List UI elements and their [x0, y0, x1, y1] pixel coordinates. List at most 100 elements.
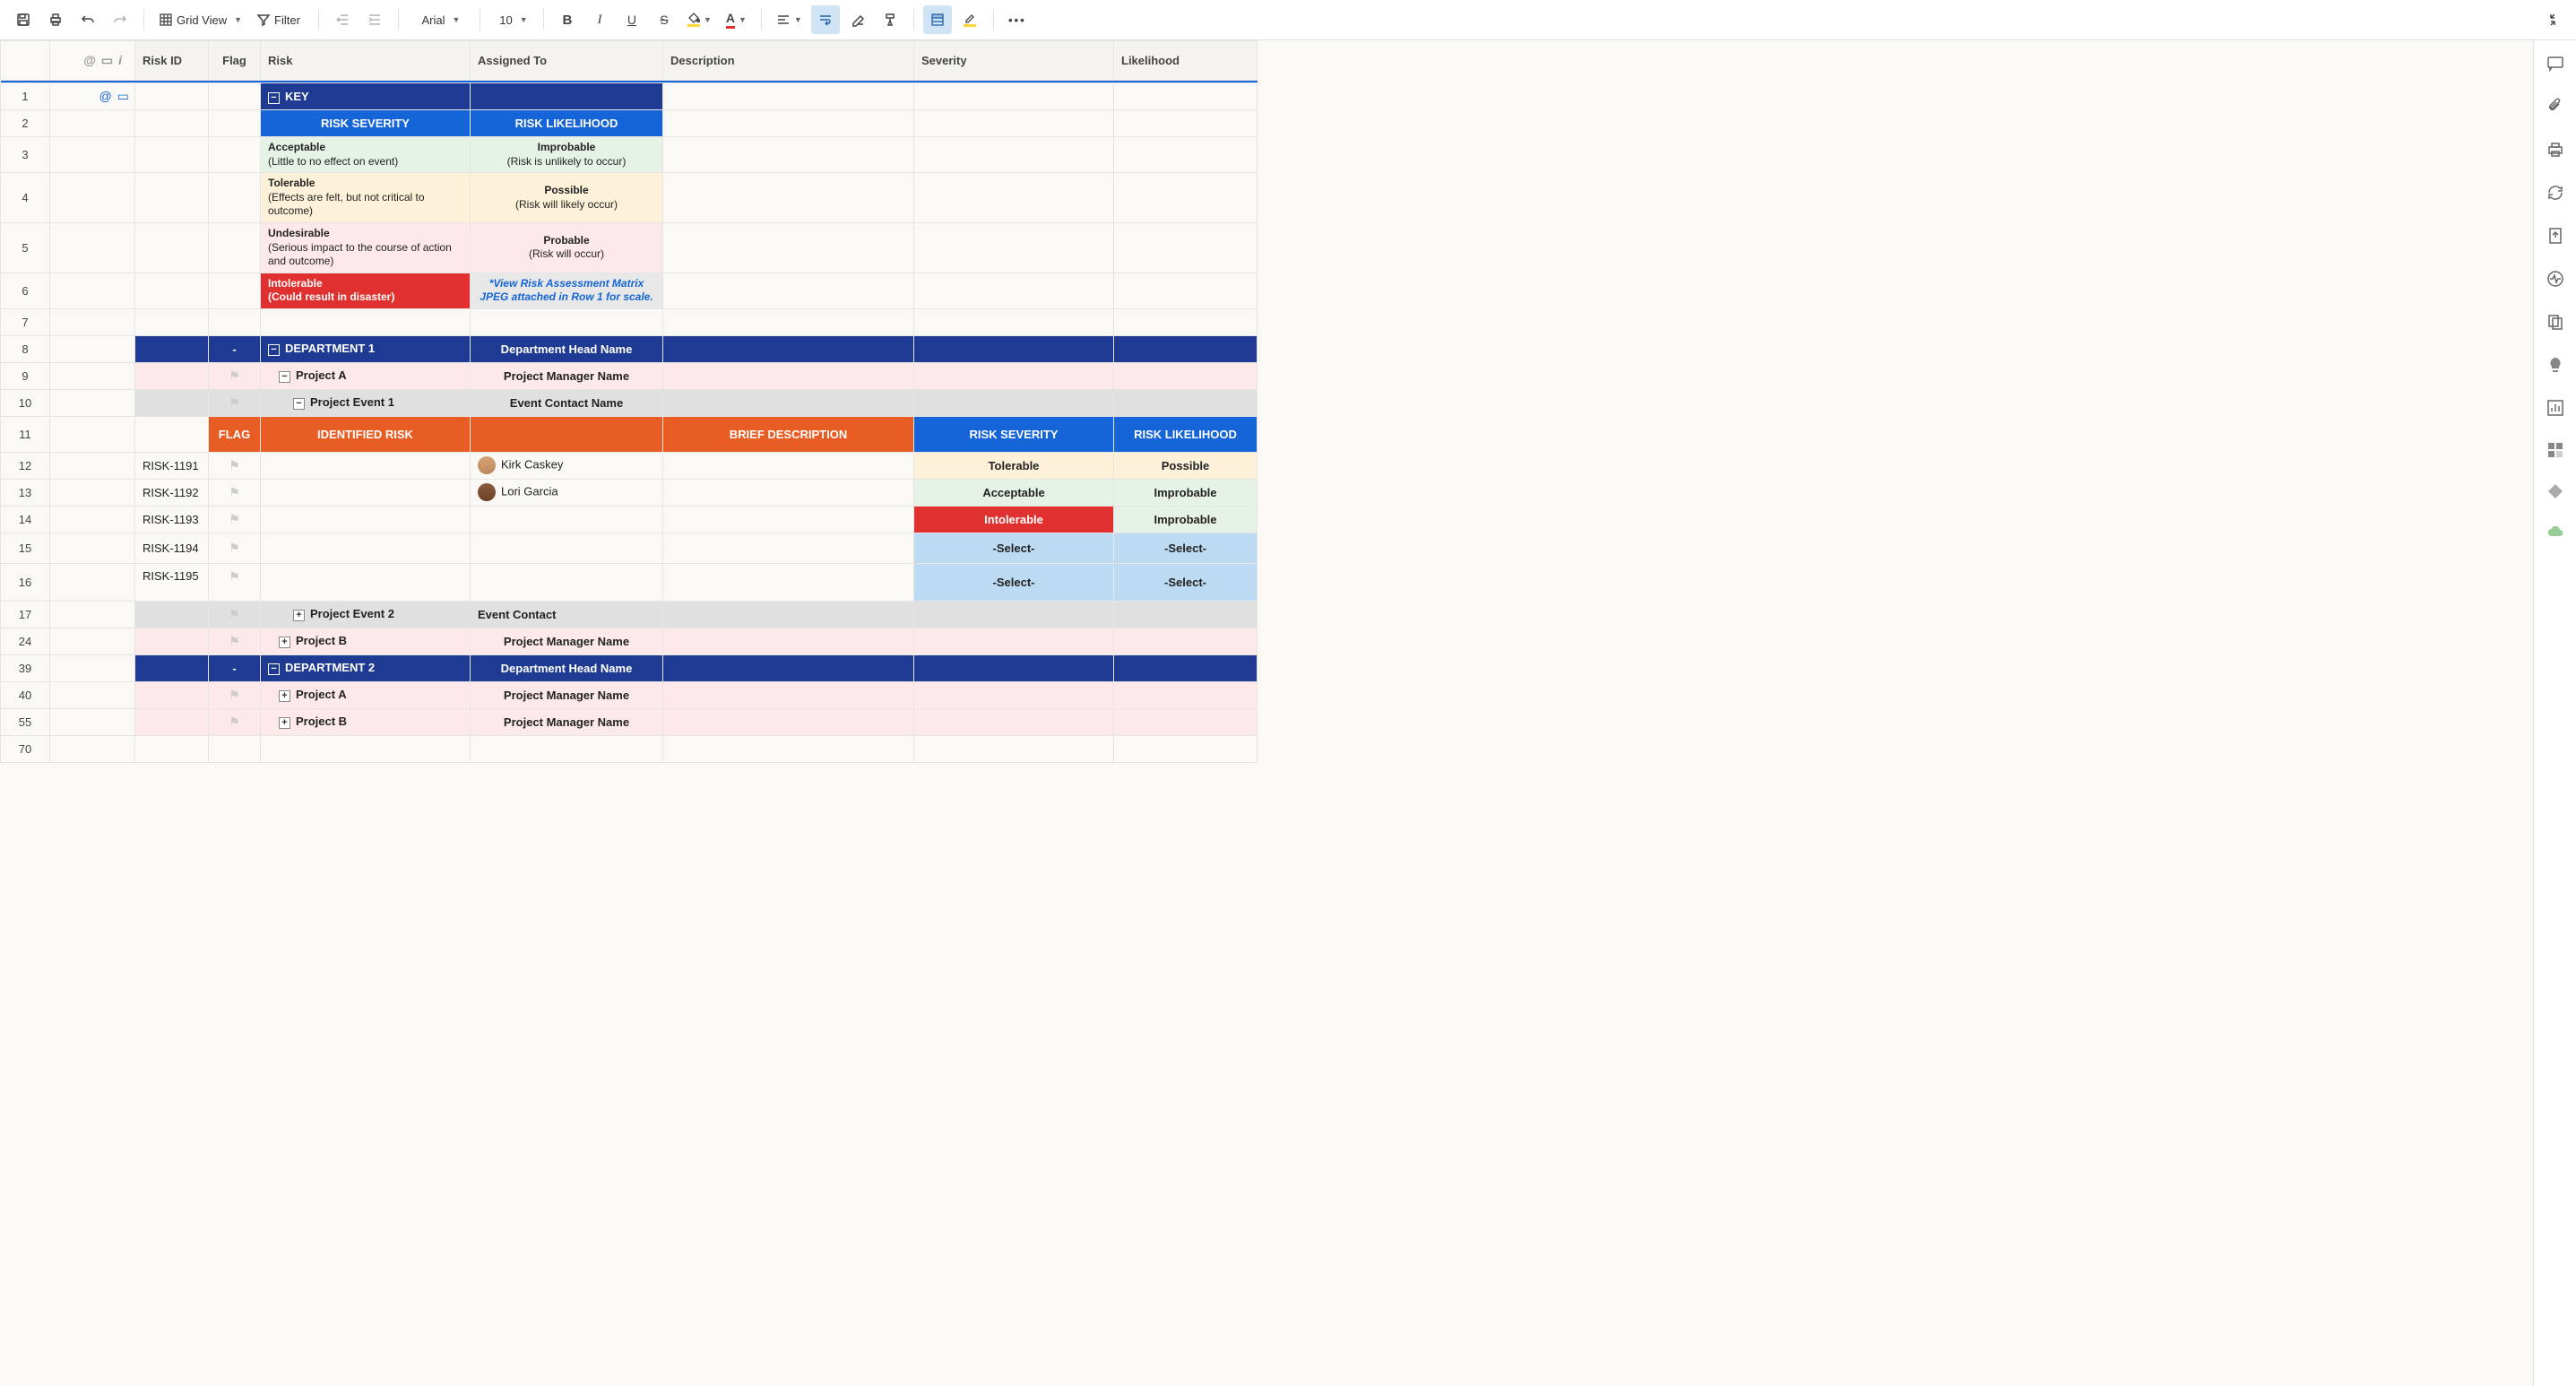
likelihood-cell[interactable]: Improbable [1114, 506, 1258, 533]
assignee[interactable]: Lori Garcia [501, 485, 558, 498]
print-button[interactable] [41, 5, 70, 34]
collapse-icon[interactable]: − [293, 398, 305, 410]
flag-icon[interactable]: ⚑ [229, 395, 240, 410]
collapse-icon[interactable] [2538, 5, 2567, 34]
risk-id[interactable]: RISK-1193 [135, 506, 209, 533]
flag-icon[interactable]: ⚑ [229, 368, 240, 383]
severity-cell[interactable]: Acceptable [914, 479, 1114, 506]
likelihood-cell[interactable]: Improbable [1114, 479, 1258, 506]
idea-icon[interactable] [2546, 356, 2564, 374]
diamond-icon[interactable] [2547, 483, 2563, 499]
flag-icon[interactable]: ⚑ [229, 569, 240, 584]
comment-icon[interactable]: ▭ [117, 89, 129, 104]
font-family-dropdown[interactable]: Arial▼ [408, 5, 471, 34]
col-severity[interactable]: Severity [914, 41, 1114, 81]
col-likelihood[interactable]: Likelihood [1114, 41, 1258, 81]
col-flag[interactable]: Flag [209, 41, 261, 81]
rownum[interactable]: 4 [1, 173, 50, 223]
row-39-dept2[interactable]: 39 - −DEPARTMENT 2 Department Head Name [1, 654, 1258, 681]
row-8-dept1[interactable]: 8 - −DEPARTMENT 1 Department Head Name [1, 335, 1258, 362]
rownum[interactable]: 9 [1, 362, 50, 389]
fill-color-dropdown[interactable]: ▼ [682, 5, 717, 34]
activity-icon[interactable] [2546, 270, 2564, 288]
row-24-projB[interactable]: 24 ⚑ +Project B Project Manager Name [1, 628, 1258, 654]
refresh-icon[interactable] [2546, 184, 2564, 202]
likelihood-cell[interactable]: Possible [1114, 452, 1258, 479]
rownum[interactable]: 8 [1, 335, 50, 362]
row-17-event2[interactable]: 17 ⚑ +Project Event 2 Event Contact [1, 601, 1258, 628]
flag-icon[interactable]: ⚑ [229, 512, 240, 526]
row-5[interactable]: 5 Undesirable(Serious impact to the cour… [1, 222, 1258, 273]
risk-id[interactable]: RISK-1195 [135, 563, 209, 601]
risk-id[interactable]: RISK-1194 [135, 533, 209, 563]
conditional-format-button[interactable] [923, 5, 952, 34]
redo-button[interactable] [106, 5, 134, 34]
row-11-headers[interactable]: 11 FLAG IDENTIFIED RISK BRIEF DESCRIPTIO… [1, 416, 1258, 452]
more-button[interactable]: ••• [1003, 5, 1032, 34]
flag-icon[interactable]: ⚑ [229, 458, 240, 472]
chart-icon[interactable] [2546, 399, 2564, 417]
collapse-icon[interactable]: − [279, 371, 290, 383]
row-9-projA[interactable]: 9 ⚑ −Project A Project Manager Name [1, 362, 1258, 389]
collapse-icon[interactable]: − [268, 663, 280, 675]
strikethrough-button[interactable]: S [650, 5, 679, 34]
comments-panel-icon[interactable] [2546, 55, 2564, 73]
col-description[interactable]: Description [663, 41, 914, 81]
rownum[interactable]: 15 [1, 533, 50, 563]
filter-button[interactable]: Filter [251, 5, 309, 34]
severity-cell[interactable]: Intolerable [914, 506, 1114, 533]
align-dropdown[interactable]: ▼ [771, 5, 808, 34]
row-4[interactable]: 4 Tolerable(Effects are felt, but not cr… [1, 173, 1258, 223]
grid-view-dropdown[interactable]: Grid View▼ [153, 5, 247, 34]
row-6[interactable]: 6 Intolerable(Could result in disaster) … [1, 273, 1258, 308]
row-1[interactable]: 1 @▭ −KEY [1, 83, 1258, 110]
severity-cell[interactable]: Tolerable [914, 452, 1114, 479]
row-7[interactable]: 7 [1, 308, 1258, 335]
attachment-icon[interactable]: @ [83, 53, 96, 68]
row-14-risk[interactable]: 14 RISK-1193 ⚑ Intolerable Improbable [1, 506, 1258, 533]
expand-icon[interactable]: + [279, 690, 290, 702]
flag-icon[interactable]: ⚑ [229, 634, 240, 648]
likelihood-cell[interactable]: -Select- [1114, 533, 1258, 563]
rownum[interactable]: 17 [1, 601, 50, 628]
rownum[interactable]: 13 [1, 479, 50, 506]
rownum[interactable]: 55 [1, 708, 50, 735]
rownum[interactable]: 5 [1, 222, 50, 273]
rownum[interactable]: 3 [1, 137, 50, 173]
rownum[interactable]: 40 [1, 681, 50, 708]
undo-button[interactable] [73, 5, 102, 34]
flag-icon[interactable]: ⚑ [229, 485, 240, 499]
attachment-icon[interactable]: @ [99, 89, 112, 104]
risk-id[interactable]: RISK-1192 [135, 479, 209, 506]
highlight-button[interactable] [955, 5, 984, 34]
row-15-risk[interactable]: 15 RISK-1194 ⚑ -Select- -Select- [1, 533, 1258, 563]
attachments-panel-icon[interactable] [2546, 98, 2564, 116]
apps-icon[interactable] [2547, 442, 2563, 458]
rownum[interactable]: 2 [1, 110, 50, 137]
expand-icon[interactable]: + [279, 717, 290, 729]
text-color-dropdown[interactable]: A▼ [721, 5, 752, 34]
row-40-d2projA[interactable]: 40 ⚑ +Project A Project Manager Name [1, 681, 1258, 708]
row-70[interactable]: 70 [1, 735, 1258, 762]
rownum[interactable]: 24 [1, 628, 50, 654]
rownum[interactable]: 6 [1, 273, 50, 308]
comment-icon[interactable]: ▭ [101, 53, 113, 68]
flag-icon[interactable]: ⚑ [229, 607, 240, 621]
expand-icon[interactable]: + [279, 637, 290, 648]
assignee[interactable]: Kirk Caskey [501, 458, 563, 472]
clear-format-button[interactable] [843, 5, 872, 34]
rownum[interactable]: 14 [1, 506, 50, 533]
col-risk[interactable]: Risk [261, 41, 471, 81]
italic-button[interactable]: I [585, 5, 614, 34]
copy-icon[interactable] [2546, 313, 2564, 331]
underline-button[interactable]: U [618, 5, 646, 34]
format-painter-button[interactable] [876, 5, 904, 34]
row-3[interactable]: 3 Acceptable(Little to no effect on even… [1, 137, 1258, 173]
row-55-d2projB[interactable]: 55 ⚑ +Project B Project Manager Name [1, 708, 1258, 735]
collapse-icon[interactable]: − [268, 92, 280, 104]
row-2[interactable]: 2 RISK SEVERITY RISK LIKELIHOOD [1, 110, 1258, 137]
severity-cell[interactable]: -Select- [914, 563, 1114, 601]
collapse-icon[interactable]: − [268, 344, 280, 356]
flag-icon[interactable]: ⚑ [229, 541, 240, 555]
severity-cell[interactable]: -Select- [914, 533, 1114, 563]
